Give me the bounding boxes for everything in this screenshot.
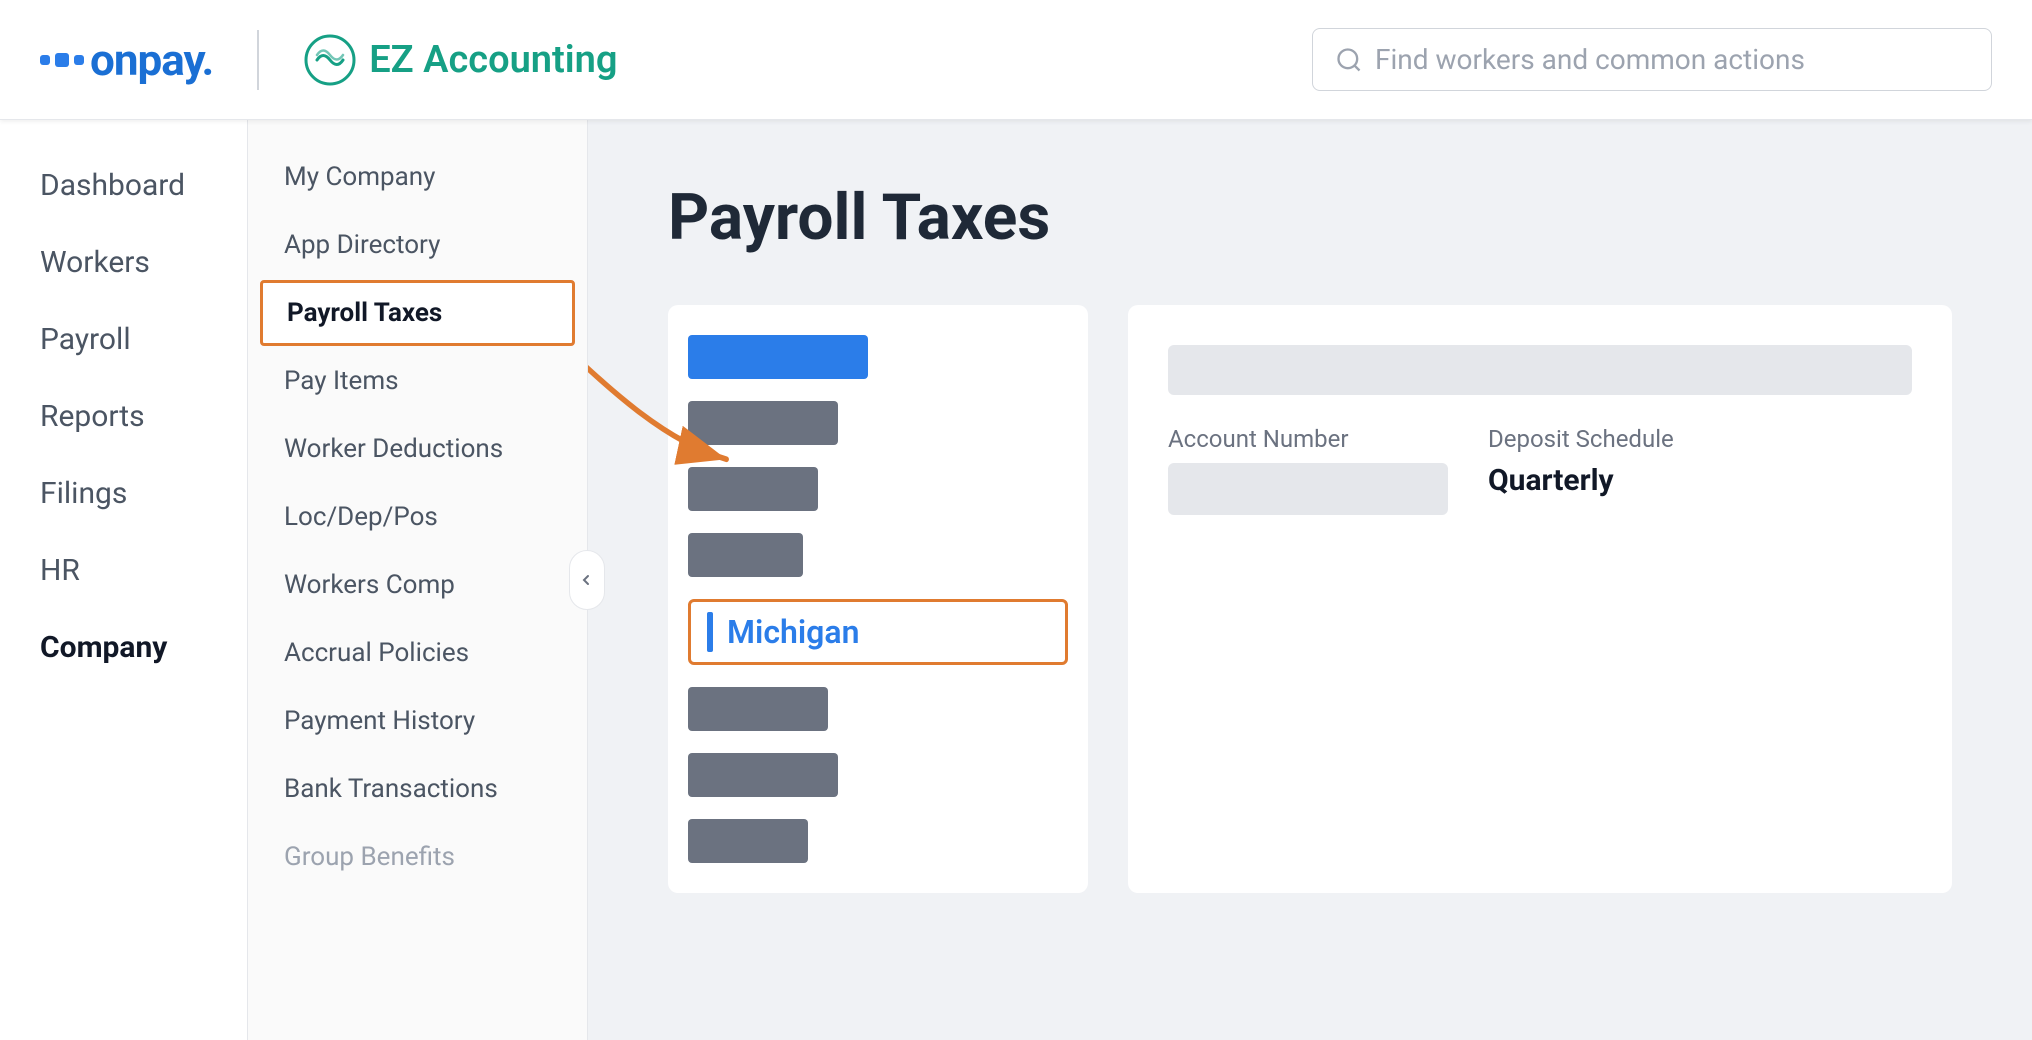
search-placeholder-text: Find workers and common actions [1375, 43, 1805, 76]
sidebar-item-workers[interactable]: Workers [0, 227, 247, 298]
deposit-schedule-value: Quarterly [1488, 463, 1674, 498]
ez-accounting-text: EZ Accounting [369, 38, 617, 82]
onpay-logo: onpay. [40, 34, 213, 86]
onpay-dots-icon [40, 53, 84, 67]
subnav-group-benefits[interactable]: Group Benefits [248, 824, 587, 890]
detail-top-bar [1168, 345, 1912, 395]
deposit-schedule-label: Deposit Schedule [1488, 425, 1674, 453]
tax-list-item-3[interactable] [688, 467, 818, 511]
tax-list-panel: Michigan [668, 305, 1088, 893]
main-content: Payroll Taxes Michigan [588, 120, 2032, 1040]
tax-list-item-1[interactable] [688, 335, 868, 379]
subnav-workers-comp[interactable]: Workers Comp [248, 552, 587, 618]
logo-area: onpay. EZ Accounting [40, 30, 618, 90]
michigan-item[interactable]: Michigan [688, 599, 1068, 665]
header-divider [257, 30, 259, 90]
onpay-dot-2 [55, 53, 69, 67]
primary-sidebar: Dashboard Workers Payroll Reports Filing… [0, 120, 248, 1040]
search-bar[interactable]: Find workers and common actions [1312, 28, 1992, 91]
ez-accounting-icon [303, 33, 357, 87]
layout: Dashboard Workers Payroll Reports Filing… [0, 120, 2032, 1040]
sidebar-item-company[interactable]: Company [0, 612, 247, 683]
tax-list-item-2[interactable] [688, 401, 838, 445]
sidebar-item-filings[interactable]: Filings [0, 458, 247, 529]
detail-fields-row: Account Number Deposit Schedule Quarterl… [1168, 425, 1912, 515]
tax-list-item-4[interactable] [688, 533, 803, 577]
header: onpay. EZ Accounting Find workers and co… [0, 0, 2032, 120]
page-title: Payroll Taxes [668, 180, 1952, 255]
deposit-schedule-group: Deposit Schedule Quarterly [1488, 425, 1674, 498]
tax-list-item-7[interactable] [688, 753, 838, 797]
subnav-my-company[interactable]: My Company [248, 144, 587, 210]
tax-list-item-8[interactable] [688, 819, 808, 863]
account-number-label: Account Number [1168, 425, 1448, 453]
subnav-app-directory[interactable]: App Directory [248, 212, 587, 278]
subnav-pay-items[interactable]: Pay Items [248, 348, 587, 414]
sidebar-item-hr[interactable]: HR [0, 535, 247, 606]
subnav-loc-dep-pos[interactable]: Loc/Dep/Pos [248, 484, 587, 550]
subnav-accrual-policies[interactable]: Accrual Policies [248, 620, 587, 686]
content-area: Michigan Account Number Deposit Schedule [668, 305, 1952, 893]
sidebar-item-dashboard[interactable]: Dashboard [0, 150, 247, 221]
tax-detail-panel: Account Number Deposit Schedule Quarterl… [1128, 305, 1952, 893]
onpay-dot-1 [40, 55, 50, 65]
tax-list-item-6[interactable] [688, 687, 828, 731]
michigan-bar-icon [707, 612, 713, 652]
subnav-payroll-taxes[interactable]: Payroll Taxes [260, 280, 575, 346]
account-number-input[interactable] [1168, 463, 1448, 515]
ez-accounting-area: EZ Accounting [303, 33, 617, 87]
sidebar-collapse-button[interactable] [569, 550, 605, 610]
subnav-bank-transactions[interactable]: Bank Transactions [248, 756, 587, 822]
account-number-group: Account Number [1168, 425, 1448, 515]
search-icon [1335, 46, 1363, 74]
onpay-logo-text: onpay. [90, 34, 213, 86]
michigan-label: Michigan [727, 613, 859, 651]
subnav-worker-deductions[interactable]: Worker Deductions [248, 416, 587, 482]
onpay-dot-3 [74, 55, 84, 65]
subnav-payment-history[interactable]: Payment History [248, 688, 587, 754]
sidebar-item-reports[interactable]: Reports [0, 381, 247, 452]
sidebar-item-payroll[interactable]: Payroll [0, 304, 247, 375]
secondary-sidebar: My Company App Directory Payroll Taxes P… [248, 120, 588, 1040]
